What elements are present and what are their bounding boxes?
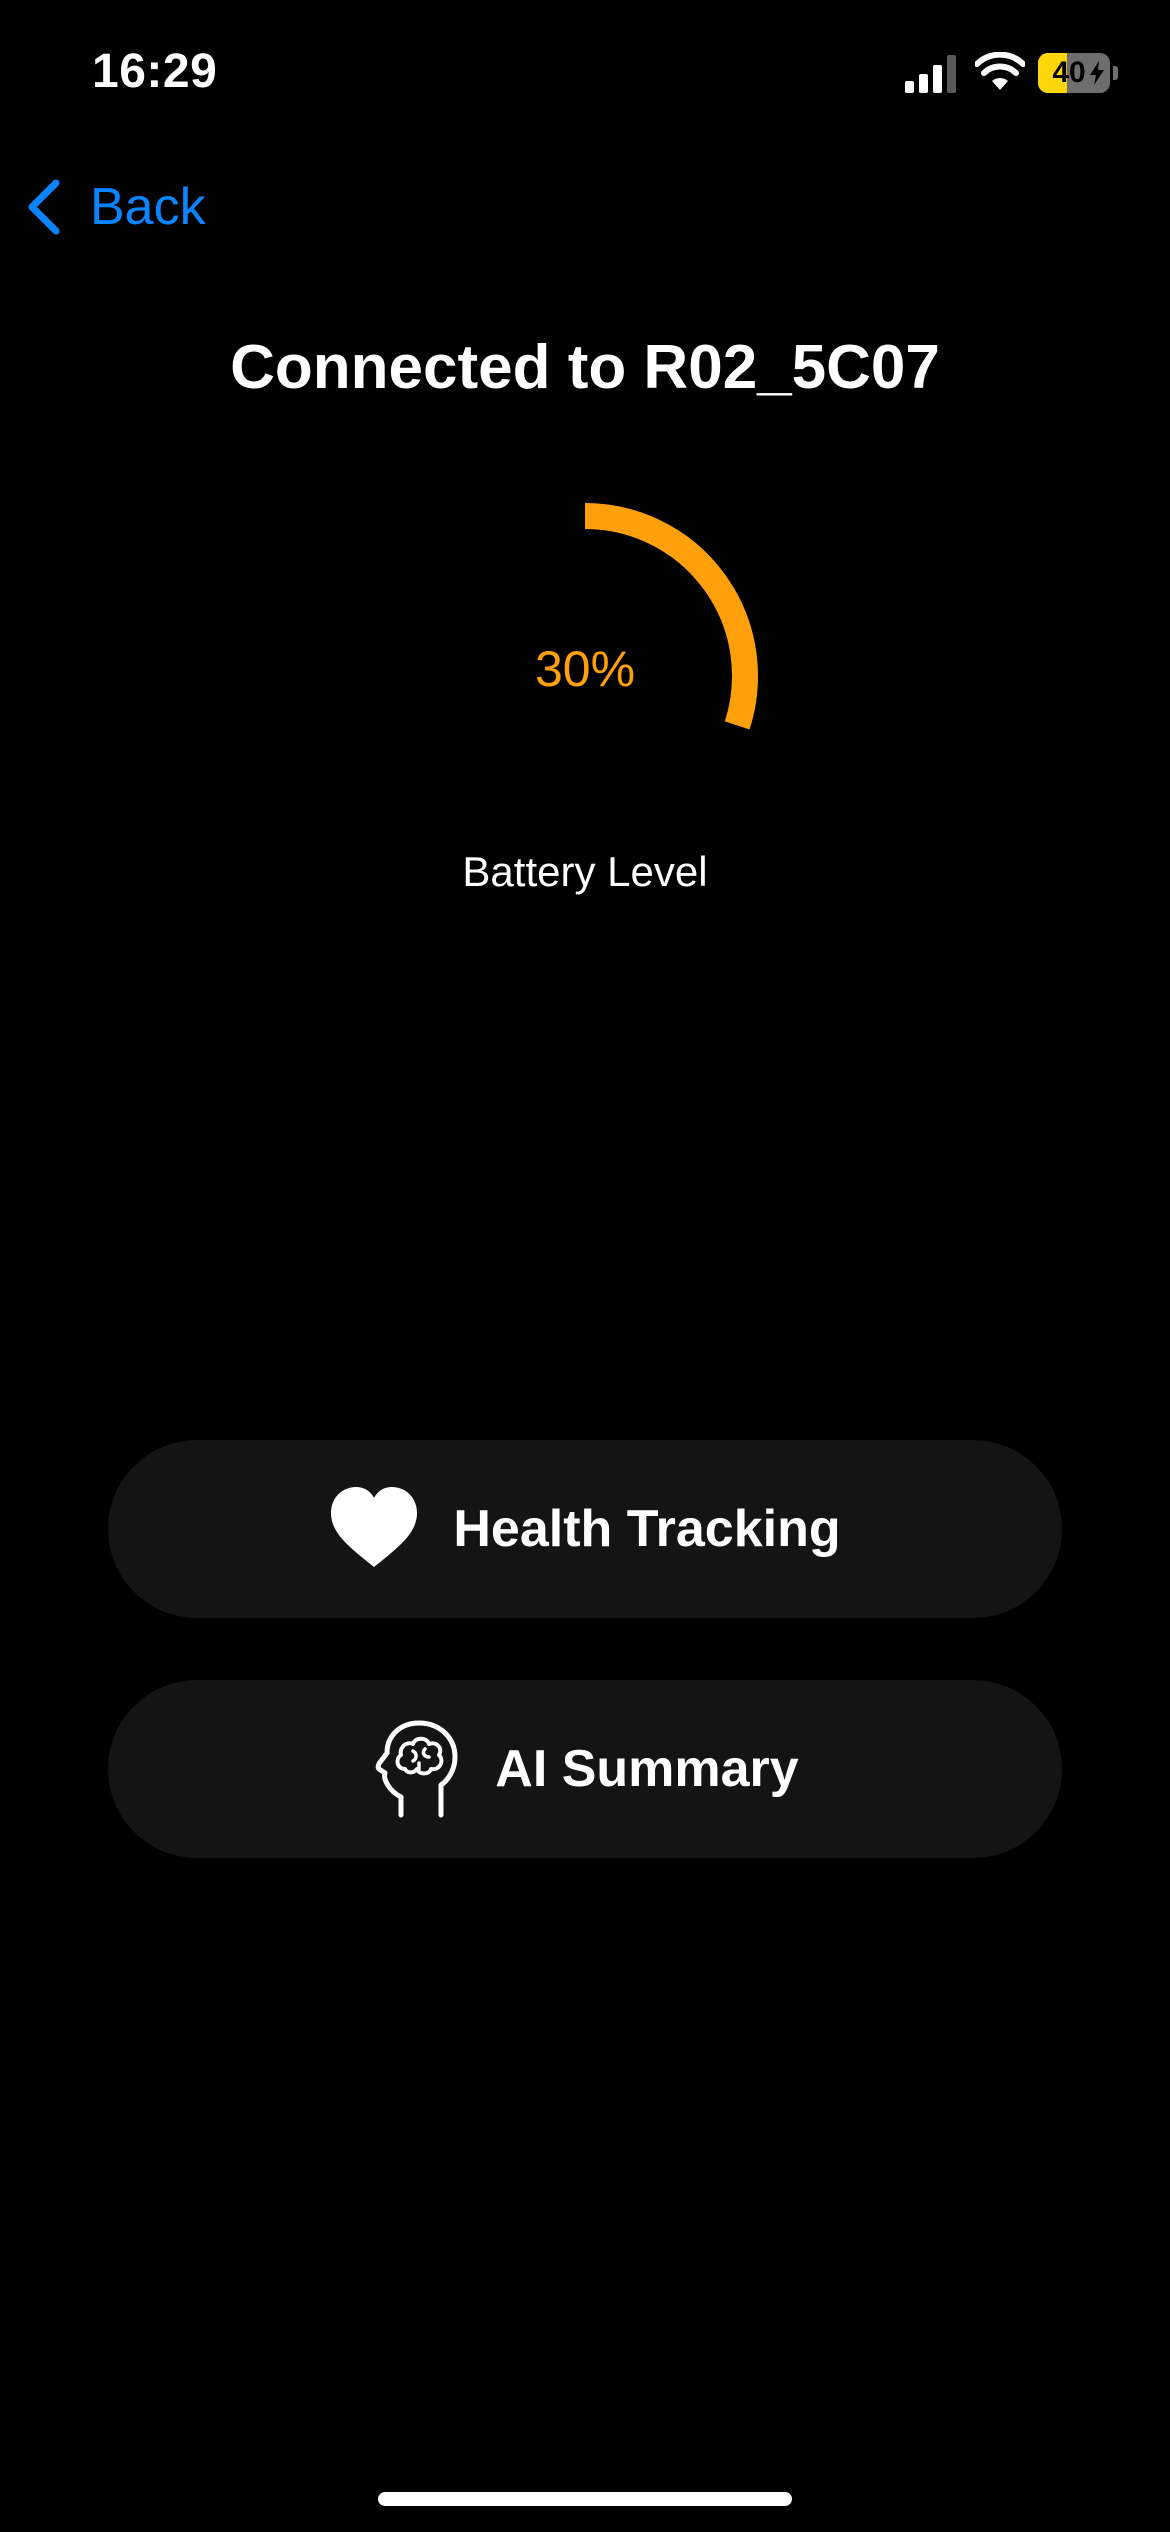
battery-cap [1113,66,1118,80]
cellular-signal-icon [905,55,956,93]
heart-icon [331,1487,418,1567]
back-button[interactable]: Back [24,170,206,244]
home-indicator[interactable] [378,2492,792,2506]
ai-summary-button[interactable]: AI Summary [108,1680,1062,1858]
page-title: Connected to R02_5C07 [230,333,940,402]
charging-bolt-icon [1090,61,1104,85]
battery-body: 40 [1038,53,1110,93]
health-tracking-label: Health Tracking [453,1500,841,1558]
health-tracking-button[interactable]: Health Tracking [108,1440,1062,1618]
battery-icon: 40 [1038,53,1118,93]
status-bar: 16:29 40 [0,0,1170,150]
battery-percent-value: 30% [534,641,636,697]
back-label: Back [90,178,206,236]
connected-device-screen: 16:29 40 Back Connected to R02_5C07 30% … [0,0,1170,2532]
ai-summary-label: AI Summary [495,1740,799,1798]
status-time: 16:29 [92,45,218,98]
head-brain-icon [375,1720,458,1818]
battery-level-caption: Battery Level [462,848,708,895]
wifi-icon [975,52,1025,90]
chevron-left-icon [28,179,60,235]
